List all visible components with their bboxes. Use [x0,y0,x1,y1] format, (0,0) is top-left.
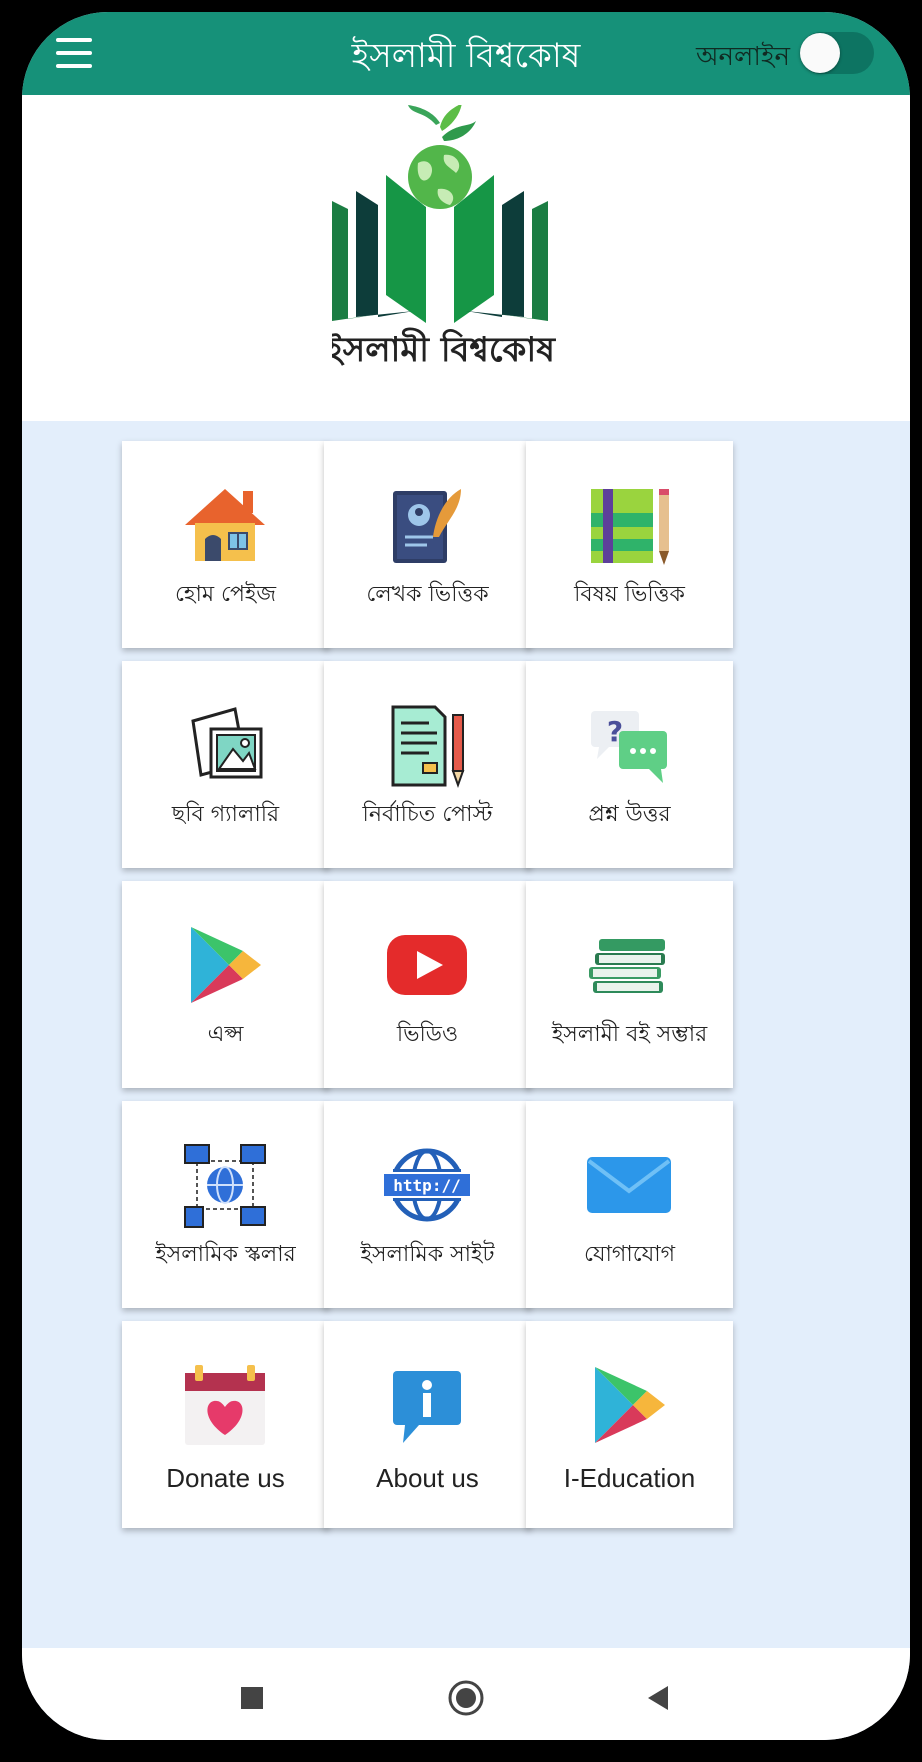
tile-label: ইসলামী বই সম্ভার [551,1022,708,1047]
tile-islamic-scholar[interactable]: ইসলামিক স্কলার [122,1101,329,1308]
info-icon [393,1371,461,1443]
house-icon [185,489,265,561]
tile-label: About us [376,1463,479,1493]
network-globe-icon [184,1144,266,1228]
tile-label: I-Education [563,1463,696,1493]
home-icon[interactable] [446,1678,486,1718]
gallery-icon [191,707,263,779]
books-stack-icon [589,939,665,993]
tile-label: ছবি গ্যালারি [171,802,280,827]
toggle-knob [800,33,840,73]
tile-video[interactable]: ভিডিও [324,881,531,1088]
tile-label: বিষয় ভিত্তিক [574,582,685,607]
svg-text:http://: http:// [393,1176,460,1195]
tile-donate[interactable]: Donate us [122,1321,329,1528]
tile-label: প্রশ্ন উত্তর [588,802,671,827]
tile-islamic-site[interactable]: http:// ইসলামিক সাইট [324,1101,531,1308]
tile-photo-gallery[interactable]: ছবি গ্যালারি [122,661,329,868]
app-bar: ইসলামী বিশ্বকোষ অনলাইন [22,12,910,95]
tile-author-based[interactable]: লেখক ভিত্তিক [324,441,531,648]
tile-apps[interactable]: এপ্স [122,881,329,1088]
play-store-icon [191,927,261,1003]
question-answer-icon: ? [591,711,667,783]
tile-home-page[interactable]: হোম পেইজ [122,441,329,648]
tile-label: ভিডিও [396,1022,459,1047]
tile-label: এপ্স [207,1022,244,1047]
selected-post-icon [391,705,465,788]
tile-contact[interactable]: যোগাযোগ [526,1101,733,1308]
tile-label: হোম পেইজ [174,582,277,607]
system-nav-bar [22,1648,910,1740]
subject-notebook-icon [591,489,669,565]
mail-icon [587,1157,671,1213]
tile-label: নির্বাচিত পোস্ট [362,802,493,827]
online-label: অনলাইন [696,42,790,72]
tile-i-education[interactable]: I-Education [526,1321,733,1528]
online-toggle[interactable] [800,32,874,74]
tile-question-answer[interactable]: ? প্রশ্ন উত্তর [526,661,733,868]
tile-selected-post[interactable]: নির্বাচিত পোস্ট [324,661,531,868]
tile-subject-based[interactable]: বিষয় ভিত্তিক [526,441,733,648]
tile-label: ইসলামিক স্কলার [155,1242,296,1267]
http-globe-icon: http:// [383,1148,471,1222]
tile-islamic-books[interactable]: ইসলামী বই সম্ভার [526,881,733,1088]
logo-caption: ইসলামী বিশ্বকোষ [332,327,556,370]
logo-area: ইসলামী বিশ্বকোষ [22,95,910,421]
tile-about[interactable]: About us [324,1321,531,1528]
youtube-icon [387,935,467,995]
author-book-icon [393,489,461,563]
donate-heart-icon [185,1365,265,1445]
tile-label: ইসলামিক সাইট [360,1242,495,1267]
play-store-icon [595,1367,665,1443]
back-icon[interactable] [638,1678,678,1718]
phone-screen: ইসলামী বিশ্বকোষ অনলাইন ইসলামী বিশ্বকোষ হ… [22,12,910,1740]
tile-label: যোগাযোগ [583,1242,676,1267]
app-logo: ইসলামী বিশ্বকোষ [332,105,556,370]
tile-label: Donate us [166,1463,285,1493]
tile-label: লেখক ভিত্তিক [366,582,489,607]
recents-icon[interactable] [232,1678,272,1718]
